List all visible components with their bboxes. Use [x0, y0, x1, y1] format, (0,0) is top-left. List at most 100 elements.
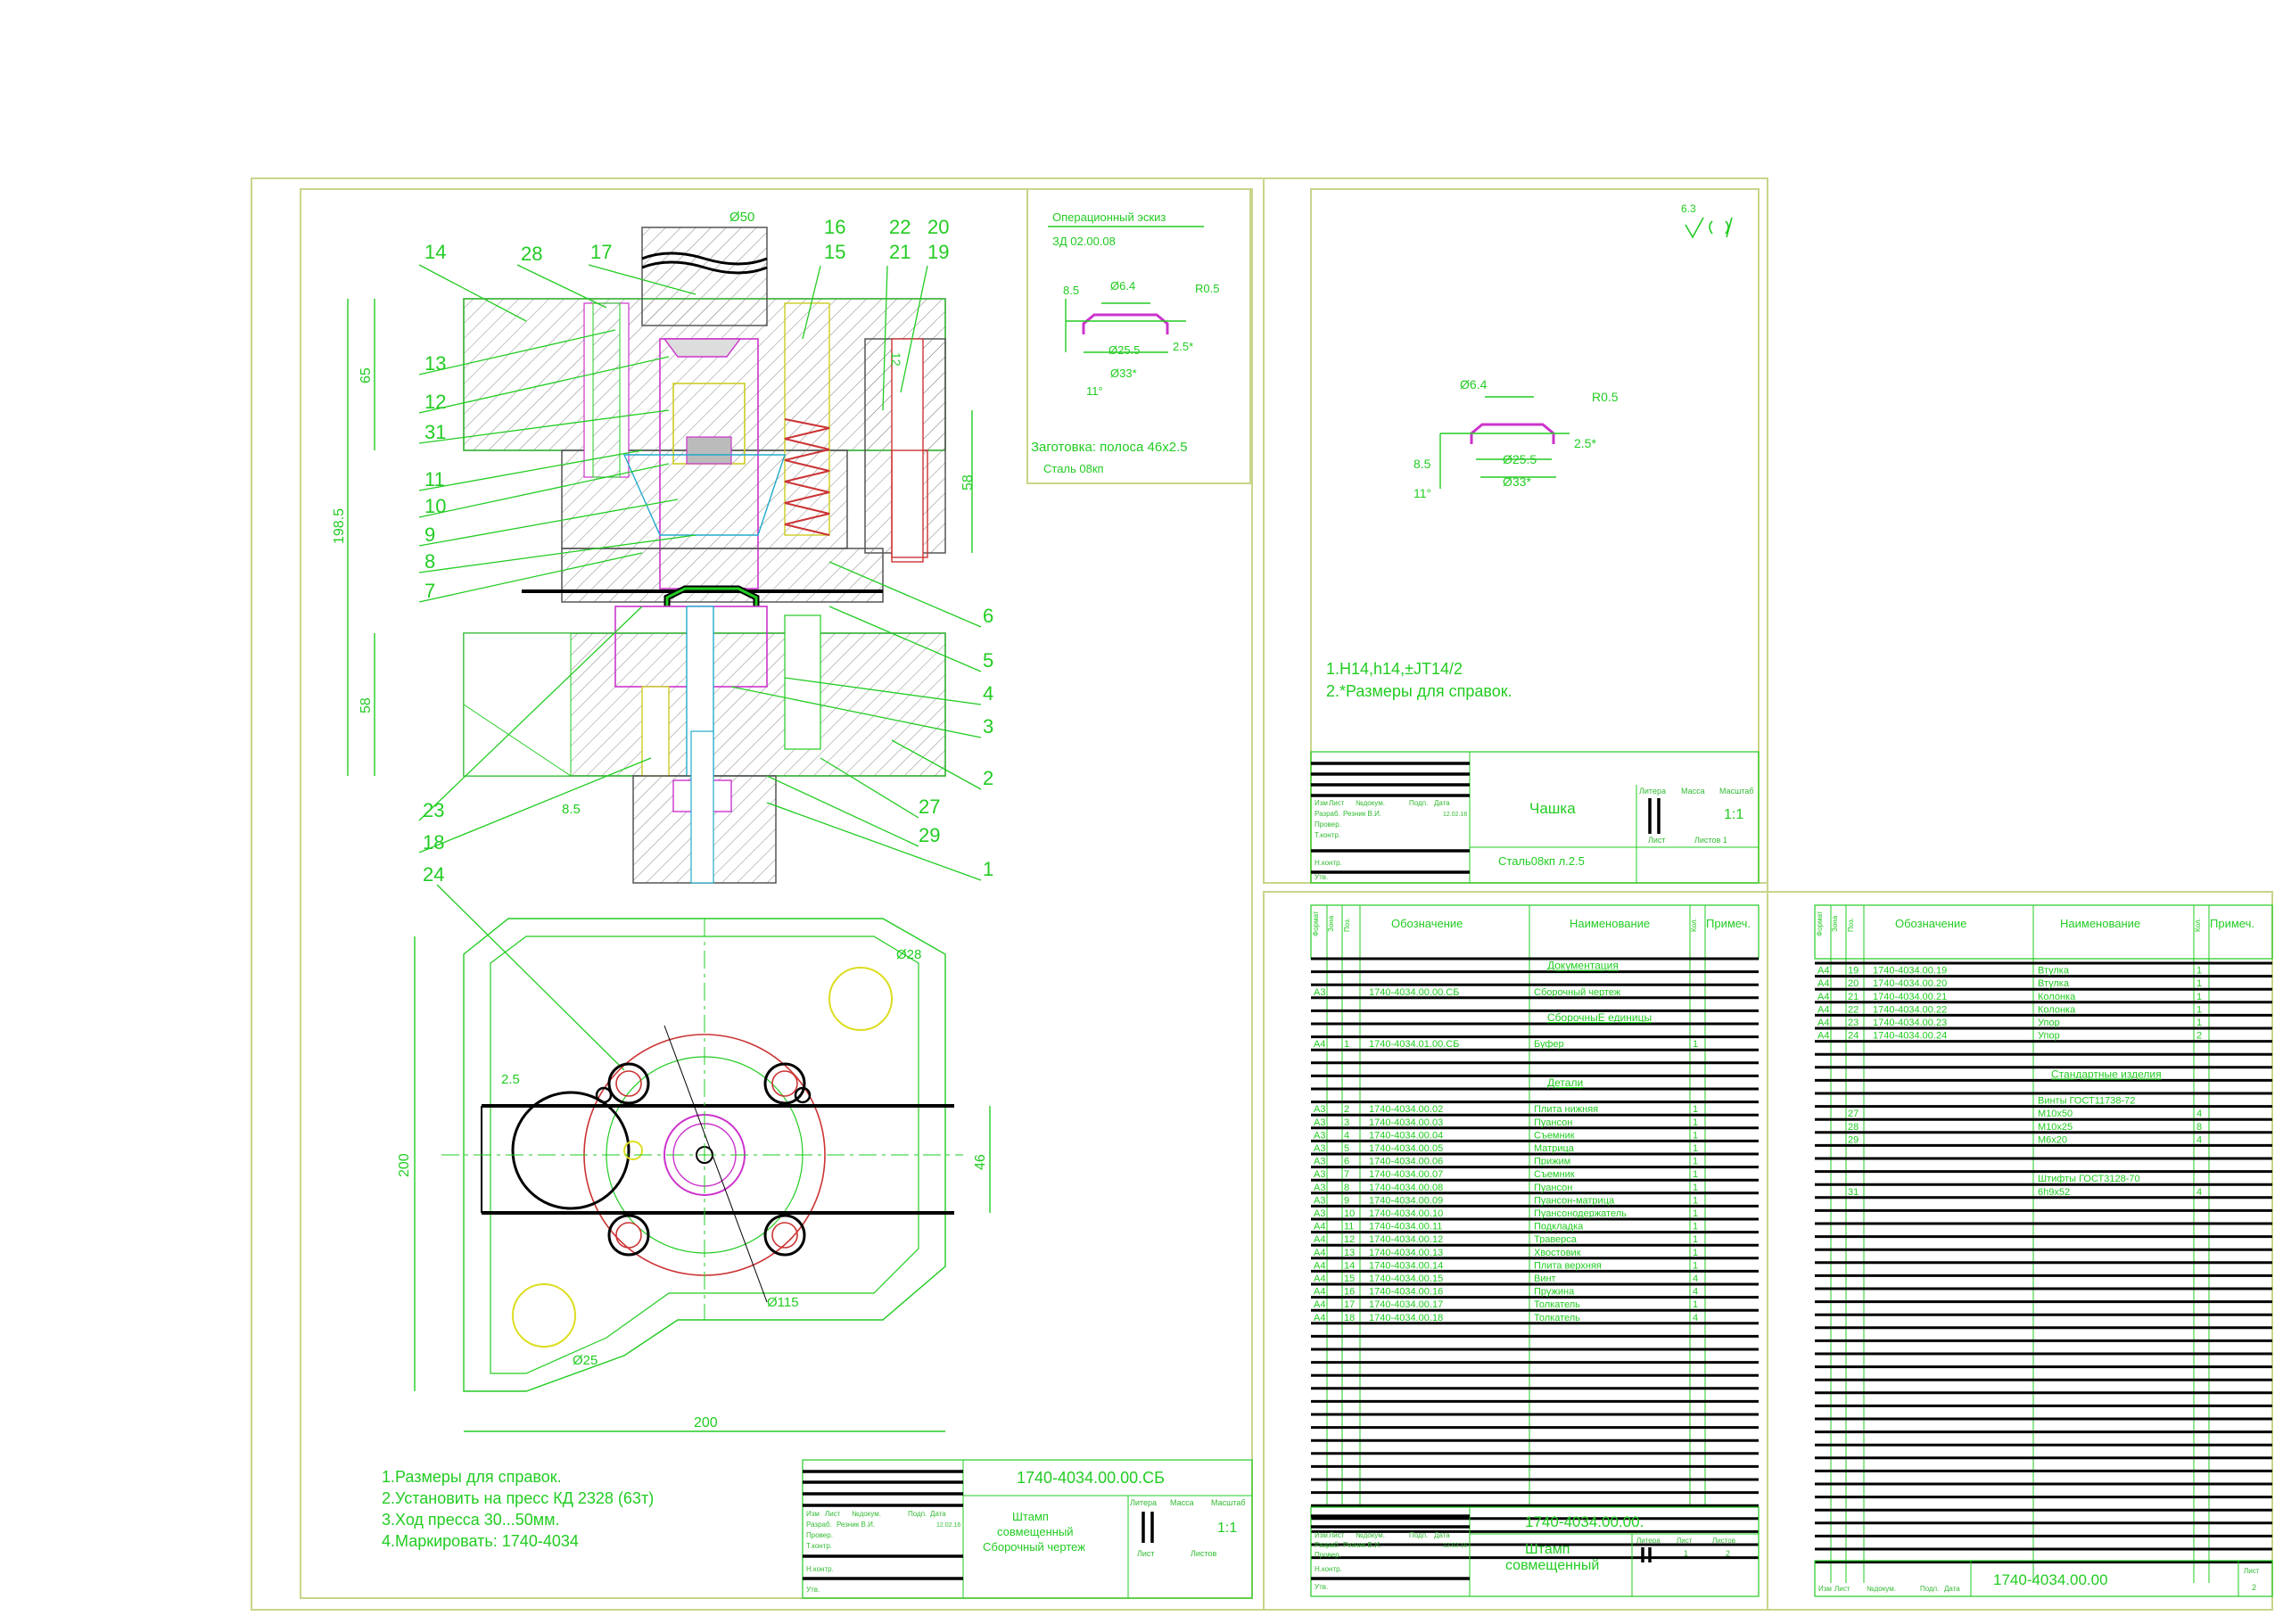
spec1-stamp-date: 12.02.16 — [1443, 1543, 1467, 1549]
spec2-row-pos: 28 — [1848, 1122, 1859, 1133]
spec1-row-code: 1740-4034.00.06 — [1369, 1157, 1443, 1167]
spec1-row-qty: 1 — [1693, 1299, 1698, 1310]
dim-200-horizontal: 200 — [694, 1415, 718, 1430]
stamp-massa: Масса — [1170, 1498, 1194, 1507]
callout-17: 17 — [590, 241, 612, 263]
spec1-h-format: Формат — [1312, 911, 1320, 936]
spec1-stamp-litera: Литера — [1636, 1537, 1661, 1545]
spec1-stamp-prov: Провер. — [1315, 1551, 1341, 1559]
spec1-row-code: 1740-4034.00.02 — [1369, 1104, 1443, 1115]
spec1-row-name: Толкатель — [1534, 1299, 1580, 1310]
dim-d115: Ø115 — [767, 1295, 799, 1310]
spec1-row-name: Плита нижняя — [1534, 1104, 1598, 1115]
spec1-row-code: 1740-4034.00.18 — [1369, 1313, 1443, 1323]
spec2-row-qty: 1 — [2196, 1004, 2202, 1015]
spec1-stamp-sheet-label: Лист — [1677, 1537, 1693, 1545]
spec1-row-format: А3 — [1314, 1208, 1325, 1219]
spec1-row-pos: 3 — [1344, 1117, 1349, 1128]
spec1-row-code: 1740-4034.00.03 — [1369, 1117, 1443, 1128]
spec1-row-qty: 1 — [1693, 1157, 1698, 1167]
spec2-row-qty: 1 — [2196, 978, 2202, 989]
sketch-code: ЗД 02.00.08 — [1052, 235, 1116, 248]
drawing-canvas: 65 198.5 58 58 12 8.5 Ø50 14 28 17 16 15… — [251, 177, 2273, 1611]
spec1-row-format: А3 — [1314, 1130, 1325, 1141]
spec1-row-format: А4 — [1314, 1287, 1325, 1298]
spec2-row-format: А4 — [1817, 966, 1829, 977]
spec1-name-2: совмещенный — [1505, 1558, 1599, 1573]
part-material: Сталь08кп л.2.5 — [1498, 854, 1585, 868]
spec1-row-format: А3 — [1314, 1157, 1325, 1167]
callout-27: 27 — [919, 796, 940, 818]
dim-46: 46 — [973, 1154, 988, 1170]
callout-3: 3 — [983, 715, 993, 738]
callout-19: 19 — [927, 241, 949, 263]
spec2-section-heading: Стандартные изделия — [2051, 1068, 2162, 1080]
assembly-scale: 1:1 — [1217, 1521, 1237, 1536]
spec1-row-code: 1740-4034.00.07 — [1369, 1169, 1443, 1180]
spec2-row-qty: 4 — [2196, 1134, 2202, 1145]
spec2-stamp-data: Дата — [1944, 1585, 1960, 1593]
spec1-sheets: 2 — [1726, 1549, 1730, 1558]
spec1-row-qty: 1 — [1693, 1195, 1698, 1206]
callout-28: 28 — [521, 243, 542, 265]
callout-14: 14 — [424, 241, 446, 263]
spec1-row-qty: 1 — [1693, 1130, 1698, 1141]
spec2-row-name: Штифты ГОСТ3128-70 — [2038, 1174, 2140, 1184]
spec2-stamp-podp: Подп. — [1920, 1585, 1939, 1593]
spec1-row-pos: 11 — [1344, 1222, 1354, 1232]
spec1-row-qty: 1 — [1693, 1183, 1698, 1193]
spec1-row-qty: 4 — [1693, 1287, 1698, 1298]
spec1-row-qty: 1 — [1693, 1222, 1698, 1232]
dim-d28: Ø28 — [896, 947, 921, 962]
spec2-row-code: 1740-4034.00.20 — [1873, 978, 1947, 989]
spec1-row-qty: 1 — [1693, 1260, 1698, 1271]
spec1-row-name: Траверса — [1534, 1234, 1578, 1245]
spec2-stamp-ndok: №докум. — [1867, 1585, 1896, 1593]
spec1-row-name: Хвостовик — [1534, 1248, 1581, 1258]
spec2-row-code: 1740-4034.00.22 — [1873, 1004, 1947, 1015]
spec2-row-pos: 29 — [1848, 1134, 1859, 1145]
callout-9: 9 — [424, 523, 435, 546]
spec2-code: 1740-4034.00.00 — [1993, 1571, 2108, 1588]
callout-23: 23 — [423, 799, 444, 821]
spec1-row-format: А3 — [1314, 987, 1325, 998]
note-2: 2.Установить на пресс КД 2328 (63т) — [382, 1489, 654, 1507]
part-stamp-masshtab: Масштаб — [1719, 787, 1754, 796]
spec1-row-code: 1740-4034.00.05 — [1369, 1143, 1443, 1154]
spec1-row-qty: 4 — [1693, 1274, 1698, 1284]
sketch-a2-5: 2.5* — [1173, 340, 1193, 353]
spec1-row-name: Матрица — [1534, 1143, 1575, 1154]
spec1-h-code: Обозначение — [1391, 917, 1463, 930]
part-d25-5: Ø25.5 — [1503, 452, 1537, 466]
stamp-list-2: Лист — [1137, 1549, 1155, 1558]
spec1-stamp-ndok: №докум. — [1356, 1531, 1385, 1539]
spec1-stamp-utv: Утв. — [1315, 1583, 1328, 1591]
spec1-h-qty: Кол. — [1690, 918, 1698, 932]
spec2-stamp-list-label: Лист — [2244, 1567, 2260, 1575]
callout-16: 16 — [824, 216, 845, 238]
spec2-row-format: А4 — [1817, 992, 1829, 1002]
part-drawing: 6.3 Ø6.4 R0.5 Ø25.5 Ø33* 8.5 2.5* 11° 1.… — [1326, 202, 1733, 700]
plan-view: 200 200 46 2.5 Ø28 Ø25 Ø115 — [397, 918, 991, 1432]
stamp-data: Дата — [930, 1510, 946, 1518]
dim-58-right: 58 — [960, 474, 976, 490]
dim-12: 12 — [889, 352, 903, 367]
spec2-h-qty: Кол. — [2194, 918, 2202, 932]
spec2-row-format: А4 — [1817, 978, 1829, 989]
spec1-row-pos: 15 — [1344, 1274, 1355, 1284]
part-stamp-tkontr: Т.контр. — [1315, 831, 1340, 839]
spec1-row-code: 1740-4034.00.16 — [1369, 1287, 1443, 1298]
callout-4: 4 — [983, 682, 993, 705]
callout-29: 29 — [919, 824, 940, 846]
callout-22: 22 — [889, 216, 911, 238]
spec1-row-format: А3 — [1314, 1183, 1325, 1193]
spec2-row-name: Втулка — [2038, 978, 2070, 989]
spec2-stamp-izm: Изм — [1818, 1585, 1832, 1593]
part-stamp-author: Резник В.И. — [1343, 810, 1381, 818]
spec2-row-name: Втулка — [2038, 966, 2070, 977]
spec2-row-name: Упор — [2038, 1031, 2060, 1042]
spec1-stamp-nkontr: Н.контр. — [1315, 1565, 1342, 1573]
callout-20: 20 — [927, 216, 949, 238]
dim-2-5: 2.5 — [501, 1072, 520, 1087]
spec1-row-qty: 1 — [1693, 1104, 1698, 1115]
